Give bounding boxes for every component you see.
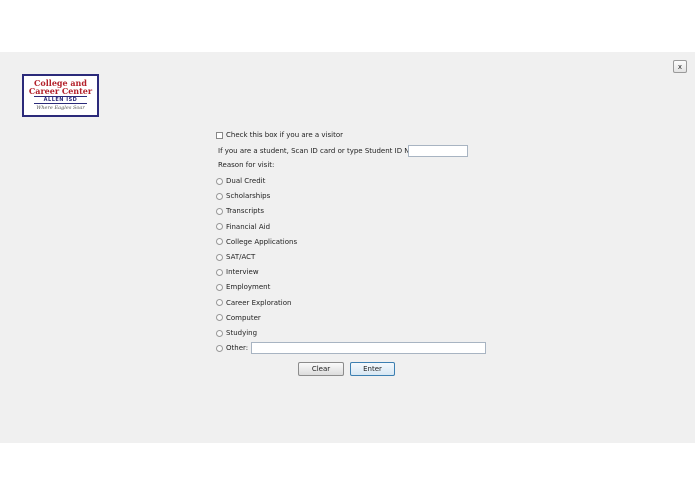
logo-line-3: ALLEN ISD [34,96,87,104]
reason-option-label: Studying [226,329,258,337]
reason-option-label: Dual Credit [226,177,266,185]
reason-option-label: Transcripts [226,207,265,216]
reason-option-label: Employment [226,283,271,292]
reason-option[interactable]: Employment [216,281,270,293]
visitor-checkbox-row[interactable]: Check this box if you are a visitor [216,129,343,141]
radio-icon[interactable] [216,207,223,215]
other-label: Other: [226,344,249,352]
reason-option[interactable]: Studying [216,327,257,339]
radio-icon[interactable] [216,314,223,322]
reason-option-label: College Applications [226,237,298,246]
radio-icon[interactable] [216,329,223,337]
visitor-checkbox[interactable] [216,131,223,139]
reason-option[interactable]: College Applications [216,236,297,248]
radio-icon[interactable] [216,223,223,231]
radio-icon[interactable] [216,253,223,261]
reason-label: Reason for visit: [218,161,275,169]
reason-option[interactable]: SAT/ACT [216,251,255,263]
reason-option[interactable]: Dual Credit [216,175,265,187]
reason-option-label: Scholarships [226,192,271,201]
radio-icon[interactable] [216,238,223,246]
reason-option-label: Computer [226,313,261,322]
reason-option[interactable]: Interview [216,266,259,278]
radio-icon[interactable] [216,268,223,276]
reason-option-label: SAT/ACT [226,253,256,261]
reason-option-label: Interview [226,268,259,277]
college-career-center-logo: College and Career Center ALLEN ISD Wher… [22,74,99,117]
visitor-checkbox-label: Check this box if you are a visitor [226,131,344,139]
enter-button[interactable]: Enter [350,362,395,376]
reason-option[interactable]: Transcripts [216,205,264,217]
student-id-label: If you are a student, Scan ID card or ty… [218,147,435,155]
radio-icon[interactable] [216,283,223,291]
student-id-input[interactable] [408,145,468,157]
reason-option[interactable]: Computer [216,312,261,324]
reason-option-label: Career Exploration [226,298,292,307]
form-panel [0,52,695,443]
radio-icon[interactable] [216,192,223,200]
radio-icon[interactable] [216,344,223,352]
reason-option[interactable]: Financial Aid [216,221,270,233]
clear-button[interactable]: Clear [298,362,344,376]
reason-option[interactable]: Career Exploration [216,297,291,309]
logo-tagline: Where Eagles Soar [36,105,85,111]
logo-line-2: Career Center [28,86,93,96]
other-input[interactable] [251,342,486,354]
reason-option-label: Financial Aid [226,222,271,231]
radio-icon[interactable] [216,299,223,307]
reason-option[interactable]: Scholarships [216,190,270,202]
radio-icon[interactable] [216,177,223,185]
reason-option-other[interactable]: Other: [216,342,248,354]
close-button[interactable]: x [673,60,687,73]
